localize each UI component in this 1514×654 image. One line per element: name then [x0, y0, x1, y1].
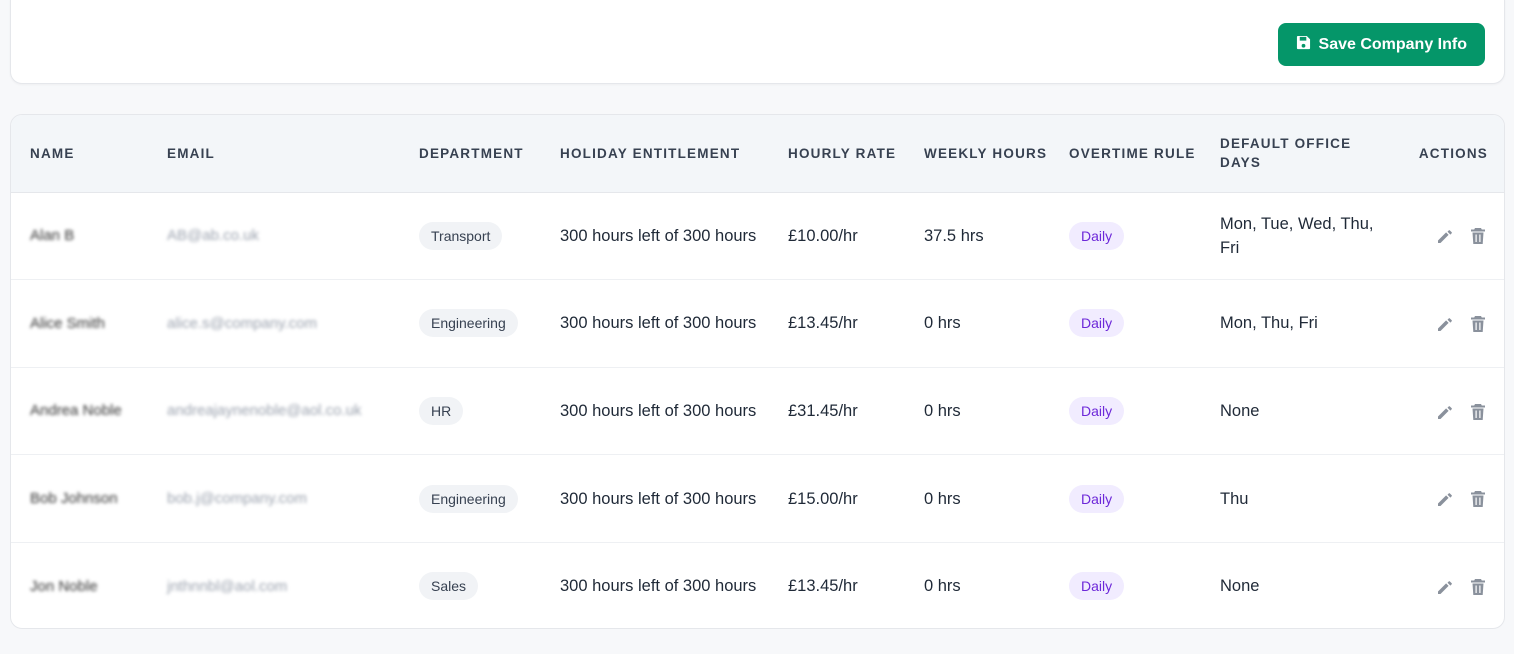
employee-email: jnthnnbl@aol.com — [167, 577, 288, 595]
holiday-entitlement: 300 hours left of 300 hours — [560, 489, 757, 508]
hourly-rate: £13.45/hr — [788, 577, 858, 596]
row-actions — [1388, 455, 1504, 543]
pencil-icon[interactable] — [1435, 577, 1455, 597]
save-company-info-button[interactable]: Save Company Info — [1277, 23, 1485, 66]
company-info-card: Save Company Info — [10, 0, 1505, 84]
table-row: Bob Johnson bob.j@company.com Engineerin… — [11, 455, 1504, 543]
overtime-rule-badge: Daily — [1069, 572, 1125, 601]
default-office-days: None — [1220, 401, 1260, 420]
pencil-icon[interactable] — [1435, 226, 1455, 246]
overtime-rule-badge: Daily — [1069, 396, 1125, 425]
trash-icon[interactable] — [1468, 577, 1488, 597]
trash-icon[interactable] — [1468, 314, 1488, 334]
holiday-entitlement: 300 hours left of 300 hours — [560, 401, 757, 420]
holiday-entitlement: 300 hours left of 300 hours — [560, 226, 757, 245]
department-badge: HR — [419, 396, 464, 425]
header-weekly-hours[interactable]: WEEKLY HOURS — [914, 115, 1059, 192]
department-badge: Engineering — [419, 309, 518, 338]
row-actions — [1388, 192, 1504, 280]
pencil-icon[interactable] — [1435, 314, 1455, 334]
header-department[interactable]: DEPARTMENT — [409, 115, 550, 192]
trash-icon[interactable] — [1468, 489, 1488, 509]
row-actions — [1388, 542, 1504, 628]
row-actions — [1388, 280, 1504, 368]
table-row: Andrea Noble andreajaynenoble@aol.co.uk … — [11, 367, 1504, 455]
employee-email: andreajaynenoble@aol.co.uk — [167, 402, 362, 420]
employee-name: Alice Smith — [30, 314, 106, 332]
pencil-icon[interactable] — [1435, 489, 1455, 509]
employee-name: Andrea Noble — [30, 402, 122, 420]
header-name[interactable]: NAME — [11, 115, 157, 192]
table-row: Alan B AB@ab.co.uk Transport 300 hours l… — [11, 192, 1504, 280]
trash-icon[interactable] — [1468, 226, 1488, 246]
header-actions: ACTIONS — [1418, 145, 1488, 161]
table-body: Alan B AB@ab.co.uk Transport 300 hours l… — [11, 192, 1504, 628]
default-office-days: Thu — [1220, 489, 1249, 508]
holiday-entitlement: 300 hours left of 300 hours — [560, 314, 757, 333]
overtime-rule-badge: Daily — [1069, 221, 1125, 250]
employees-table: NAME EMAIL DEPARTMENT HOLIDAY ENTITLEMEN… — [11, 115, 1504, 628]
table-row: Alice Smith alice.s@company.com Engineer… — [11, 280, 1504, 368]
default-office-days: Mon, Tue, Wed, Thu, Fri — [1220, 214, 1374, 257]
employee-email: bob.j@company.com — [167, 490, 308, 508]
hourly-rate: £10.00/hr — [788, 226, 858, 245]
weekly-hours: 37.5 hrs — [924, 226, 984, 245]
header-hourly-rate[interactable]: HOURLY RATE — [778, 115, 914, 192]
employees-table-card: NAME EMAIL DEPARTMENT HOLIDAY ENTITLEMEN… — [10, 114, 1505, 629]
overtime-rule-badge: Daily — [1069, 309, 1125, 338]
employee-name: Jon Noble — [30, 577, 98, 595]
save-button-label: Save Company Info — [1318, 35, 1467, 53]
employee-email: AB@ab.co.uk — [167, 227, 259, 245]
default-office-days: Mon, Thu, Fri — [1220, 314, 1318, 333]
weekly-hours: 0 hrs — [924, 401, 961, 420]
header-email[interactable]: EMAIL — [157, 115, 409, 192]
department-badge: Engineering — [419, 484, 518, 513]
weekly-hours: 0 hrs — [924, 577, 961, 596]
department-badge: Sales — [419, 572, 479, 601]
employee-name: Alan B — [30, 227, 75, 245]
department-badge: Transport — [419, 221, 503, 250]
weekly-hours: 0 hrs — [924, 314, 961, 333]
weekly-hours: 0 hrs — [924, 489, 961, 508]
floppy-disk-icon — [1296, 35, 1311, 55]
header-holiday-entitlement[interactable]: HOLIDAY ENTITLEMENT — [550, 115, 778, 192]
hourly-rate: £31.45/hr — [788, 401, 858, 420]
table-row: Jon Noble jnthnnbl@aol.com Sales 300 hou… — [11, 542, 1504, 628]
holiday-entitlement: 300 hours left of 300 hours — [560, 577, 757, 596]
trash-icon[interactable] — [1468, 402, 1488, 422]
header-default-office-days[interactable]: DEFAULT OFFICE DAYS — [1210, 115, 1388, 192]
overtime-rule-badge: Daily — [1069, 484, 1125, 513]
employee-email: alice.s@company.com — [167, 314, 317, 332]
pencil-icon[interactable] — [1435, 402, 1455, 422]
hourly-rate: £15.00/hr — [788, 489, 858, 508]
employee-name: Bob Johnson — [30, 490, 118, 508]
row-actions — [1388, 367, 1504, 455]
table-header-row: NAME EMAIL DEPARTMENT HOLIDAY ENTITLEMEN… — [11, 115, 1504, 192]
hourly-rate: £13.45/hr — [788, 314, 858, 333]
default-office-days: None — [1220, 577, 1260, 596]
header-overtime-rule[interactable]: OVERTIME RULE — [1059, 115, 1210, 192]
